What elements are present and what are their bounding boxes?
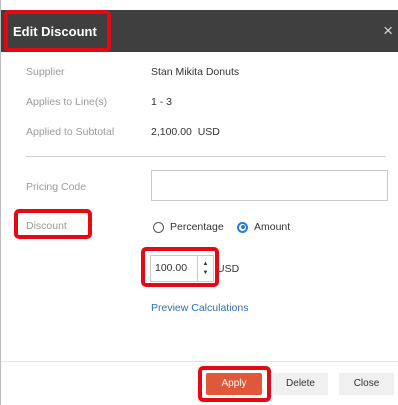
amount-highlight: [141, 247, 219, 287]
applied-to-subtotal-value: 2,100.00 USD: [151, 126, 220, 138]
close-button[interactable]: Close: [339, 373, 394, 395]
edit-discount-dialog: Edit Discount × Supplier Stan Mikita Don…: [0, 0, 398, 405]
pricing-code-label: Pricing Code: [26, 181, 87, 193]
amount-unit: USD: [217, 263, 240, 275]
close-icon[interactable]: ×: [383, 22, 393, 39]
radio-amount-label: Amount: [254, 221, 291, 233]
preview-calculations-link[interactable]: Preview Calculations: [151, 302, 248, 314]
footer-divider: [1, 361, 398, 362]
radio-percentage-label: Percentage: [170, 221, 224, 233]
radio-percentage[interactable]: Percentage: [153, 220, 224, 234]
supplier-value: Stan Mikita Donuts: [151, 66, 240, 78]
applied-to-subtotal-label: Applied to Subtotal: [26, 126, 115, 138]
supplier-label: Supplier: [26, 66, 65, 78]
dialog-titlebar: Edit Discount ×: [1, 10, 398, 52]
radio-percentage-circle[interactable]: [153, 221, 164, 233]
delete-button[interactable]: Delete: [273, 373, 328, 395]
applies-to-lines-value: 1 - 3: [151, 96, 173, 108]
radio-amount[interactable]: Amount: [237, 220, 290, 234]
radio-amount-circle[interactable]: [237, 221, 248, 233]
title-highlight: [4, 10, 111, 52]
section-divider: [26, 156, 386, 157]
apply-highlight: [198, 366, 271, 402]
discount-label-highlight: [14, 209, 92, 239]
pricing-code-input[interactable]: [151, 170, 388, 201]
applies-to-lines-label: Applies to Line(s): [26, 96, 108, 108]
